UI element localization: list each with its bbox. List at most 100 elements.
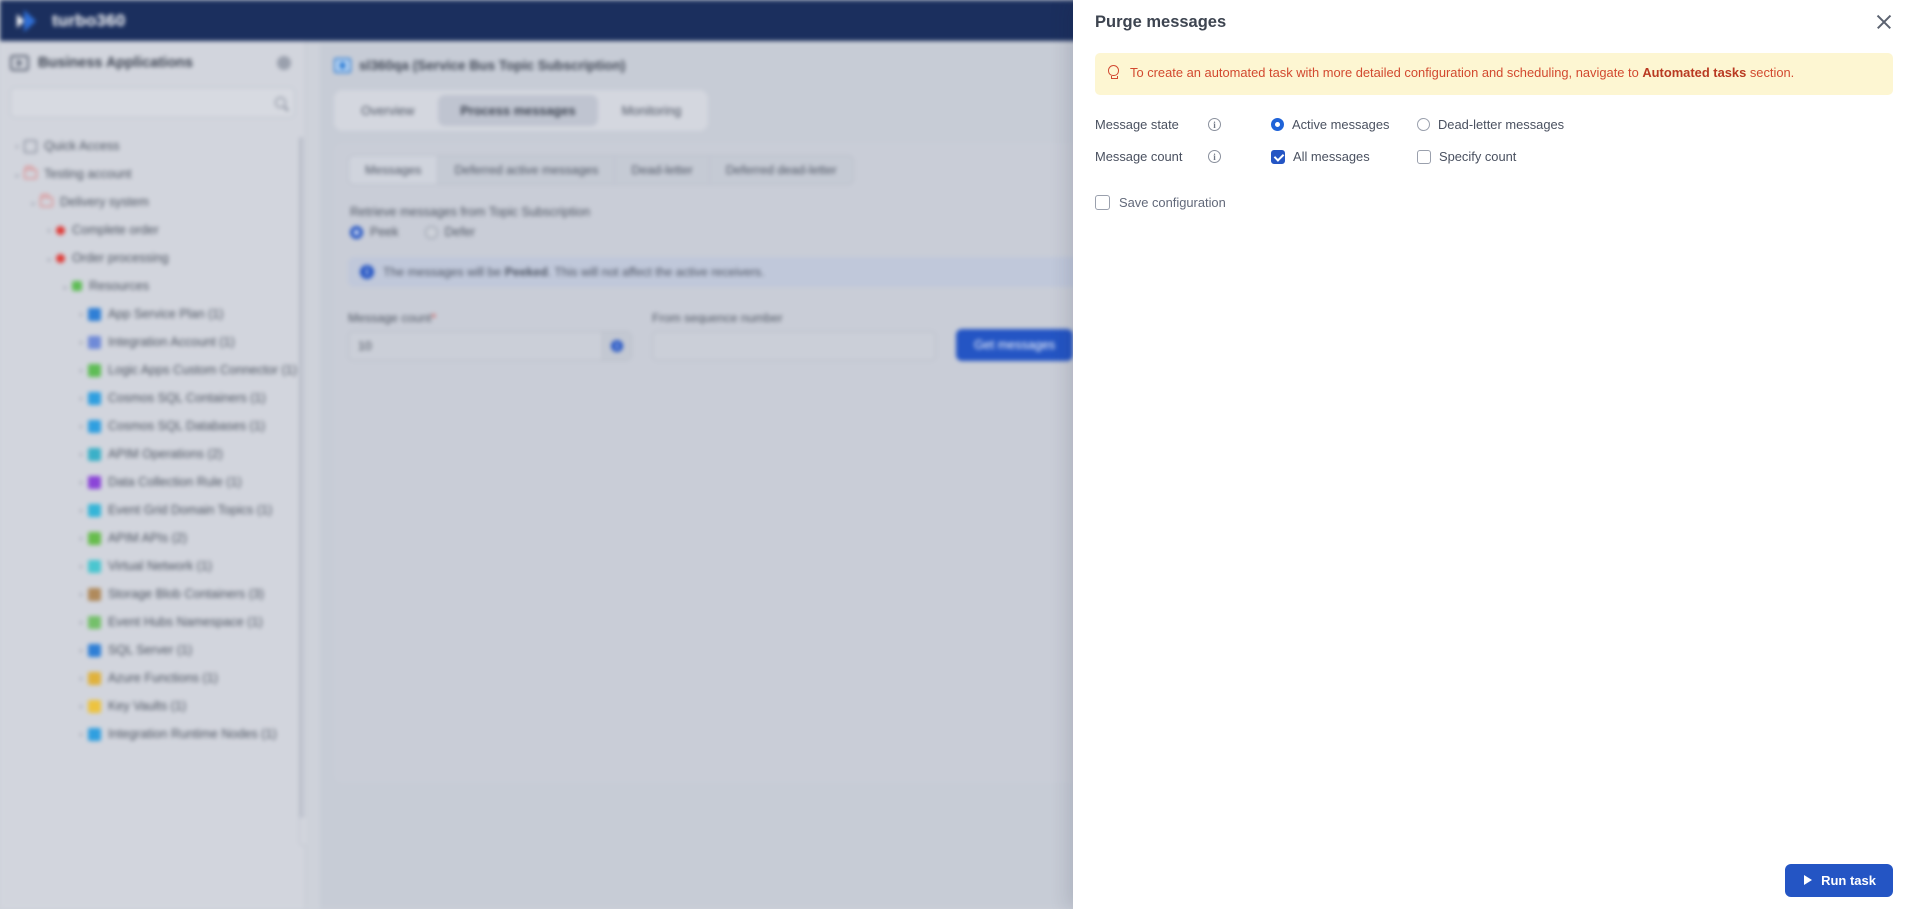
tree-item[interactable]: › Quick Access [0,132,305,160]
radio-peek-label: Peek [370,225,399,239]
folder-icon [40,194,53,207]
tree-item[interactable]: › Azure Functions (1) [0,664,305,692]
purge-form: Message state i Active messages Dead-let… [1073,95,1915,173]
azure-resource-icon [88,643,101,657]
chevron-down-icon[interactable]: ⌄ [10,169,24,180]
tree-item-label: Azure Functions (1) [108,671,218,685]
tree-item[interactable]: › App Service Plan (1) [0,300,305,328]
chevron-right-icon[interactable]: › [74,421,88,431]
chevron-right-icon[interactable]: › [74,561,88,571]
subtab-messages[interactable]: Messages [348,155,438,185]
get-messages-button[interactable]: Get messages [956,329,1074,361]
tree-item[interactable]: ⌄ Testing account [0,160,305,188]
tab-monitoring[interactable]: Monitoring [600,95,704,126]
tree-item-label: Quick Access [44,139,120,153]
chevron-right-icon[interactable]: › [74,589,88,599]
automated-task-tip: To create an automated task with more de… [1095,53,1893,95]
tree-item-label: APIM Operations (2) [108,447,223,461]
chevron-right-icon[interactable]: › [74,449,88,459]
tree-item[interactable]: ⌄ Order processing [0,244,305,272]
tree-item[interactable]: › Key Vaults (1) [0,692,305,720]
sidebar-search[interactable] [10,87,295,118]
tab-overview[interactable]: Overview [339,95,436,126]
radio-active-messages[interactable] [1271,118,1284,131]
azure-resource-icon [88,447,101,461]
tree-item[interactable]: › Event Hubs Namespace (1) [0,608,305,636]
sidebar-scrollbar[interactable] [299,137,303,827]
chevron-right-icon[interactable]: › [74,729,88,739]
tree-item[interactable]: › Cosmos SQL Containers (1) [0,384,305,412]
message-count-label: Message count [1095,149,1183,164]
message-state-info-icon[interactable]: i [1208,118,1221,131]
status-dot-icon [56,225,65,235]
chevron-right-icon[interactable]: › [42,225,56,235]
tree-item[interactable]: › Complete order [0,216,305,244]
tab-process-messages[interactable]: Process messages [438,95,598,126]
tree-item[interactable]: ⌄ Resources [0,272,305,300]
chevron-right-icon[interactable]: › [74,309,88,319]
subtab-deferred-active-messages[interactable]: Deferred active messages [437,155,615,185]
tree-item[interactable]: › Virtual Network (1) [0,552,305,580]
save-configuration-row[interactable]: Save configuration [1073,173,1915,210]
tree-item-label: App Service Plan (1) [108,307,224,321]
chevron-right-icon[interactable]: › [74,533,88,543]
azure-resource-icon [88,335,101,349]
gear-icon[interactable] [277,56,291,70]
radio-defer[interactable] [424,225,438,239]
message-count-info-icon[interactable]: i [602,332,631,360]
main-tabs: Overview Process messages Monitoring [334,90,709,131]
resources-group-icon [72,281,82,291]
azure-resource-icon [88,307,101,321]
chevron-right-icon[interactable]: › [74,505,88,515]
message-count-option-specify[interactable]: Specify count [1417,149,1516,164]
chevron-down-icon[interactable]: ⌄ [26,197,40,208]
run-task-button[interactable]: Run task [1785,863,1893,897]
tree-item[interactable]: › Data Collection Rule (1) [0,468,305,496]
chevron-right-icon[interactable]: › [74,337,88,347]
tree-item[interactable]: › Storage Blob Containers (3) [0,580,305,608]
chevron-right-icon[interactable]: › [74,673,88,683]
radio-peek[interactable] [350,225,363,239]
message-count-info-icon[interactable]: i [1208,150,1221,163]
message-state-option-active[interactable]: Active messages [1271,117,1417,132]
peek-info-text: The messages will be Peeked. This will n… [383,265,765,279]
sidebar-header: Business Applications [0,41,305,85]
chevron-right-icon[interactable]: › [10,141,24,151]
tree-item[interactable]: › APIM APIs (2) [0,524,305,552]
chevron-right-icon[interactable]: › [74,365,88,375]
search-input[interactable] [19,95,275,110]
subtab-deferred-dead-letter[interactable]: Deferred dead-letter [708,155,854,185]
azure-resource-icon [88,391,101,405]
tree-item[interactable]: › Logic Apps Custom Connector (1) [0,356,305,384]
tree-item[interactable]: › APIM Operations (2) [0,440,305,468]
chevron-down-icon[interactable]: ⌄ [58,281,72,292]
tree-item-label: Testing account [44,167,132,181]
retrieve-option-defer[interactable]: Defer [424,225,475,239]
tree-item[interactable]: › Event Grid Domain Topics (1) [0,496,305,524]
tree-item[interactable]: › Cosmos SQL Databases (1) [0,412,305,440]
radio-dead-letter-messages-label: Dead-letter messages [1438,117,1565,132]
tree-item[interactable]: › SQL Server (1) [0,636,305,664]
tree-item[interactable]: ⌄ Delivery system [0,188,305,216]
tree-item[interactable]: › Integration Runtime Nodes (1) [0,720,305,748]
chevron-right-icon[interactable]: › [74,617,88,627]
chevron-right-icon[interactable]: › [74,477,88,487]
chevron-right-icon[interactable]: › [74,393,88,403]
message-count-input[interactable] [349,339,602,353]
subtab-dead-letter[interactable]: Dead-letter [614,155,709,185]
close-icon[interactable] [1875,13,1893,31]
checkbox-save-configuration[interactable] [1095,194,1110,210]
retrieve-option-peek[interactable]: Peek [350,225,399,239]
checkbox-specify-count[interactable] [1417,149,1431,164]
from-sequence-input[interactable] [653,339,935,353]
chevron-down-icon[interactable]: ⌄ [42,253,56,264]
chevron-right-icon[interactable]: › [74,645,88,655]
radio-dead-letter-messages[interactable] [1417,118,1430,131]
automated-tasks-link[interactable]: Automated tasks [1642,65,1746,80]
message-count-option-all[interactable]: All messages [1271,149,1417,164]
sidebar-title: Business Applications [38,55,193,71]
message-state-option-deadletter[interactable]: Dead-letter messages [1417,117,1564,132]
checkbox-all-messages[interactable] [1271,149,1285,164]
tree-item[interactable]: › Integration Account (1) [0,328,305,356]
chevron-right-icon[interactable]: › [74,701,88,711]
